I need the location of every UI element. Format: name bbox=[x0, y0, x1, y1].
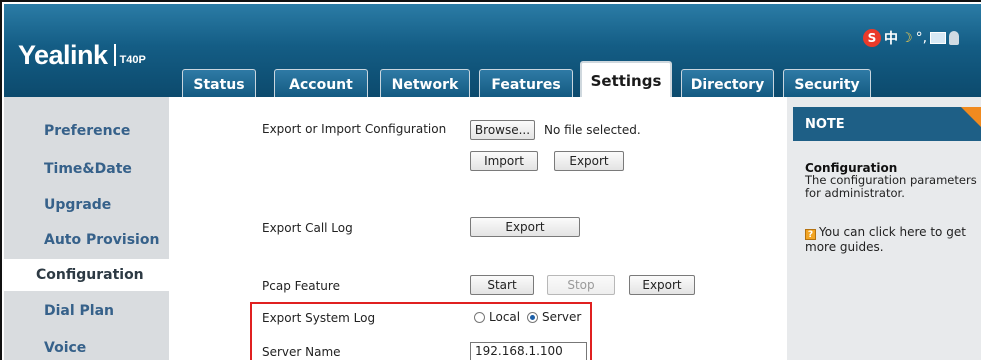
header-bar: Yealink T40P S 中 ☽ °, Status Account Netw… bbox=[4, 4, 981, 99]
punctuation-icon[interactable]: °, bbox=[916, 30, 927, 46]
pcap-stop-button[interactable]: Stop bbox=[547, 275, 615, 295]
tab-directory[interactable]: Directory bbox=[681, 69, 774, 99]
brand-model: T40P bbox=[119, 54, 146, 66]
half-width-moon-icon[interactable]: ☽ bbox=[901, 31, 913, 46]
sidebar-item-upgrade[interactable]: Upgrade bbox=[4, 189, 169, 221]
logo-separator bbox=[113, 44, 116, 66]
tab-security[interactable]: Security bbox=[783, 69, 871, 99]
note-body: Configuration The configuration paramete… bbox=[793, 147, 981, 360]
brand-name: Yealink bbox=[18, 40, 108, 70]
configuration-panel: Export or Import Configuration Browse...… bbox=[169, 97, 781, 360]
note-panel: NOTE Configuration The configuration par… bbox=[781, 97, 981, 360]
note-corner-icon bbox=[961, 107, 981, 129]
import-config-button[interactable]: Import bbox=[470, 151, 538, 171]
server-radio-label: Server bbox=[542, 310, 582, 324]
pcap-feature-label: Pcap Feature bbox=[262, 279, 340, 293]
note-guide-text[interactable]: You can click here to get more guides. bbox=[805, 225, 966, 254]
tab-status[interactable]: Status bbox=[182, 69, 256, 99]
tab-features[interactable]: Features bbox=[479, 69, 573, 99]
note-text: The configuration parameters for adminis… bbox=[805, 173, 977, 200]
local-radio-label: Local bbox=[489, 310, 521, 324]
file-status-text: No file selected. bbox=[544, 123, 641, 137]
sidebar-item-voice[interactable]: Voice bbox=[4, 332, 169, 360]
local-radio[interactable]: Local bbox=[474, 310, 520, 324]
ime-toolbar[interactable]: S 中 ☽ °, bbox=[863, 28, 960, 48]
export-call-log-button[interactable]: Export bbox=[470, 217, 580, 237]
server-name-label: Server Name bbox=[262, 345, 341, 359]
server-radio[interactable]: Server bbox=[527, 310, 581, 324]
export-import-config-label: Export or Import Configuration bbox=[262, 122, 447, 136]
keyboard-icon[interactable] bbox=[930, 32, 947, 44]
pcap-start-button[interactable]: Start bbox=[470, 275, 534, 295]
export-system-log-label: Export System Log bbox=[262, 311, 376, 325]
server-radio-button[interactable] bbox=[527, 311, 538, 323]
sidebar-item-auto-provision[interactable]: Auto Provision bbox=[4, 224, 169, 256]
brand-logo: Yealink T40P bbox=[18, 40, 146, 71]
server-name-input[interactable]: 192.168.1.100 bbox=[470, 342, 587, 360]
export-call-log-label: Export Call Log bbox=[262, 221, 353, 235]
ime-logo-icon[interactable]: S bbox=[863, 29, 881, 47]
note-header: NOTE bbox=[793, 107, 981, 141]
ime-mode-indicator[interactable]: 中 bbox=[884, 28, 898, 48]
app-frame: Yealink T40P S 中 ☽ °, Status Account Netw… bbox=[0, 0, 981, 360]
sidebar-item-configuration[interactable]: Configuration bbox=[4, 259, 169, 291]
tab-account[interactable]: Account bbox=[274, 69, 368, 99]
sidebar-item-dial-plan[interactable]: Dial Plan bbox=[4, 295, 169, 327]
local-radio-button[interactable] bbox=[474, 311, 485, 323]
pcap-export-button[interactable]: Export bbox=[629, 275, 695, 295]
export-config-button[interactable]: Export bbox=[554, 151, 624, 171]
sidebar-item-preference[interactable]: Preference bbox=[4, 115, 169, 147]
tab-settings[interactable]: Settings bbox=[580, 61, 672, 99]
user-icon[interactable] bbox=[949, 31, 960, 45]
note-heading: NOTE bbox=[805, 116, 845, 132]
tab-network[interactable]: Network bbox=[380, 69, 470, 99]
browse-button[interactable]: Browse... bbox=[470, 120, 535, 140]
sidebar-item-time-date[interactable]: Time&Date bbox=[4, 153, 169, 185]
settings-sidebar: Preference Time&Date Upgrade Auto Provis… bbox=[4, 97, 169, 360]
help-icon[interactable]: ? bbox=[805, 229, 816, 240]
note-guide-link[interactable]: ? You can click here to get more guides. bbox=[805, 225, 980, 254]
